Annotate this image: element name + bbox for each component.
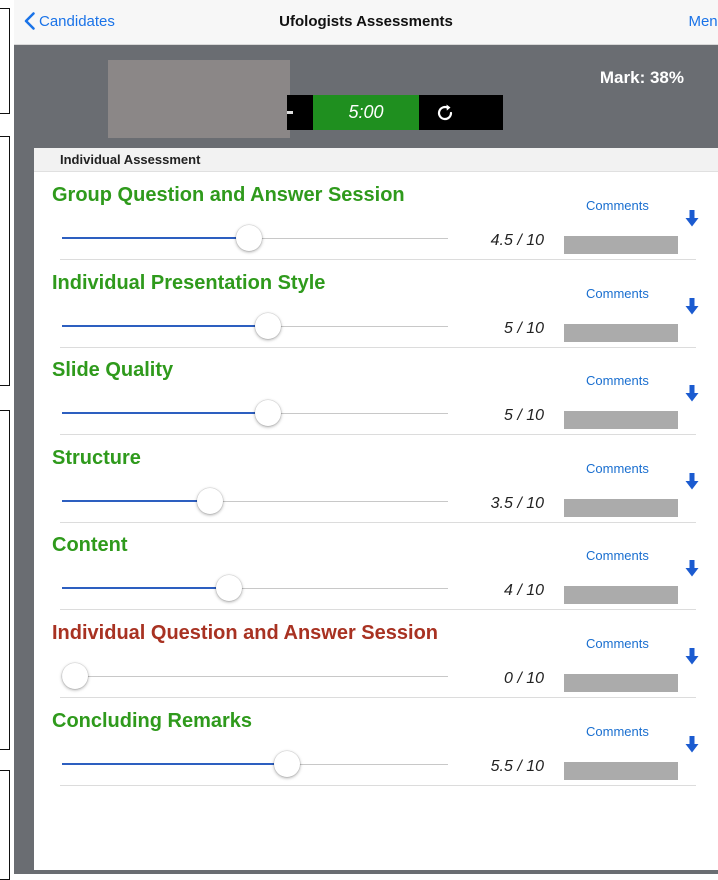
- section-header: Individual Assessment: [34, 148, 718, 172]
- timer-display[interactable]: 5:00: [313, 95, 419, 130]
- comments-link[interactable]: Comments: [586, 461, 649, 476]
- slider-thumb[interactable]: [197, 487, 223, 514]
- criterion-title: Individual Presentation Style: [52, 271, 326, 294]
- comments-link[interactable]: Comments: [586, 373, 649, 388]
- slider-thumb[interactable]: [236, 225, 262, 251]
- slider-track: [62, 676, 448, 677]
- criterion-title: Structure: [52, 446, 141, 469]
- slider-fill: [62, 412, 268, 415]
- bracket-4: [0, 770, 10, 880]
- criterion-row: Individual Question and Answer Session 0 …: [34, 610, 718, 698]
- timer-indicator: [287, 111, 293, 114]
- arrow-down-icon[interactable]: [685, 210, 699, 227]
- criterion-row: Structure 3.5 / 10 Comments: [34, 435, 718, 523]
- slider-thumb[interactable]: [62, 663, 88, 689]
- slider-thumb[interactable]: [255, 400, 281, 427]
- score-slider[interactable]: [62, 224, 448, 254]
- criterion-title: Slide Quality: [52, 359, 174, 382]
- navigation-bar: Candidates Ufologists Assessments Menu: [14, 0, 718, 45]
- comments-link[interactable]: Comments: [586, 548, 649, 563]
- slider-thumb[interactable]: [216, 575, 242, 602]
- arrow-down-icon[interactable]: [685, 472, 699, 490]
- criterion-title: Group Question and Answer Session: [52, 184, 405, 206]
- assessment-panel: Individual Assessment Group Question and…: [34, 148, 718, 870]
- comments-link[interactable]: Comments: [586, 636, 649, 651]
- criterion-row: Concluding Remarks 5.5 / 10 Comments: [34, 698, 718, 786]
- comment-field[interactable]: [564, 411, 678, 430]
- criterion-row: Content 4 / 10 Comments: [34, 522, 718, 611]
- criterion-title: Individual Question and Answer Session: [52, 622, 438, 644]
- slider-thumb[interactable]: [274, 750, 300, 777]
- score-slider[interactable]: [62, 399, 448, 429]
- score-value: 0 / 10: [503, 670, 544, 687]
- criterion-row: Group Question and Answer Session 4.5 / 1…: [34, 172, 718, 260]
- score-value: 4 / 10: [503, 582, 544, 600]
- criterion-row: Individual Presentation Style 5 / 10 Comme…: [34, 260, 718, 348]
- bracket-2: [0, 136, 10, 386]
- score-slider[interactable]: [62, 487, 448, 517]
- arrow-down-icon[interactable]: [685, 560, 699, 577]
- mark-percentage: Mark: 38%: [599, 68, 684, 87]
- comment-field[interactable]: [564, 236, 678, 254]
- score-value: 3.5 / 10: [490, 494, 544, 512]
- comment-field[interactable]: [564, 761, 678, 780]
- arrow-down-icon[interactable]: [685, 648, 699, 665]
- comments-link[interactable]: Comments: [586, 198, 649, 213]
- menu-button[interactable]: Menu: [688, 13, 718, 30]
- comments-link[interactable]: Comments: [586, 286, 649, 301]
- timer-bar: 5:00: [287, 95, 503, 130]
- slider-fill: [62, 587, 229, 590]
- score-slider[interactable]: [62, 662, 448, 692]
- criterion-row: Slide Quality 5 / 10 Comments: [34, 347, 718, 436]
- bracket-1: [0, 8, 10, 114]
- comment-field[interactable]: [564, 674, 678, 692]
- arrow-down-icon[interactable]: [685, 385, 699, 402]
- assessment-header: 5:00 Mark: 38%: [14, 44, 718, 149]
- comment-field[interactable]: [564, 498, 678, 517]
- slider-thumb[interactable]: [255, 312, 281, 339]
- reset-timer-icon[interactable]: [433, 101, 457, 125]
- arrow-down-icon[interactable]: [685, 297, 699, 315]
- criterion-title: Content: [52, 534, 128, 557]
- comments-link[interactable]: Comments: [586, 724, 649, 739]
- candidate-photo: [108, 60, 290, 138]
- score-value: 5 / 10: [503, 407, 544, 425]
- slider-fill: [62, 324, 268, 327]
- comment-field[interactable]: [564, 323, 678, 342]
- criterion-title: Concluding Remarks: [52, 709, 253, 732]
- tablet-app: Candidates Ufologists Assessments Menu 5…: [14, 0, 718, 874]
- score-slider[interactable]: [62, 312, 448, 342]
- score-value: 5 / 10: [503, 319, 544, 337]
- page-title: Ufologists Assessments: [279, 13, 453, 30]
- comment-field[interactable]: [564, 586, 678, 605]
- score-value: 4.5 / 10: [490, 232, 544, 249]
- section-title: Individual Assessment: [60, 152, 201, 167]
- slider-fill: [62, 237, 249, 239]
- row-divider: [60, 784, 696, 786]
- score-slider[interactable]: [62, 574, 448, 604]
- score-slider[interactable]: [62, 750, 448, 780]
- slider-fill: [62, 499, 210, 502]
- arrow-down-icon[interactable]: [685, 735, 699, 753]
- slider-fill: [62, 762, 287, 765]
- score-value: 5.5 / 10: [490, 757, 544, 775]
- bracket-3: [0, 410, 10, 750]
